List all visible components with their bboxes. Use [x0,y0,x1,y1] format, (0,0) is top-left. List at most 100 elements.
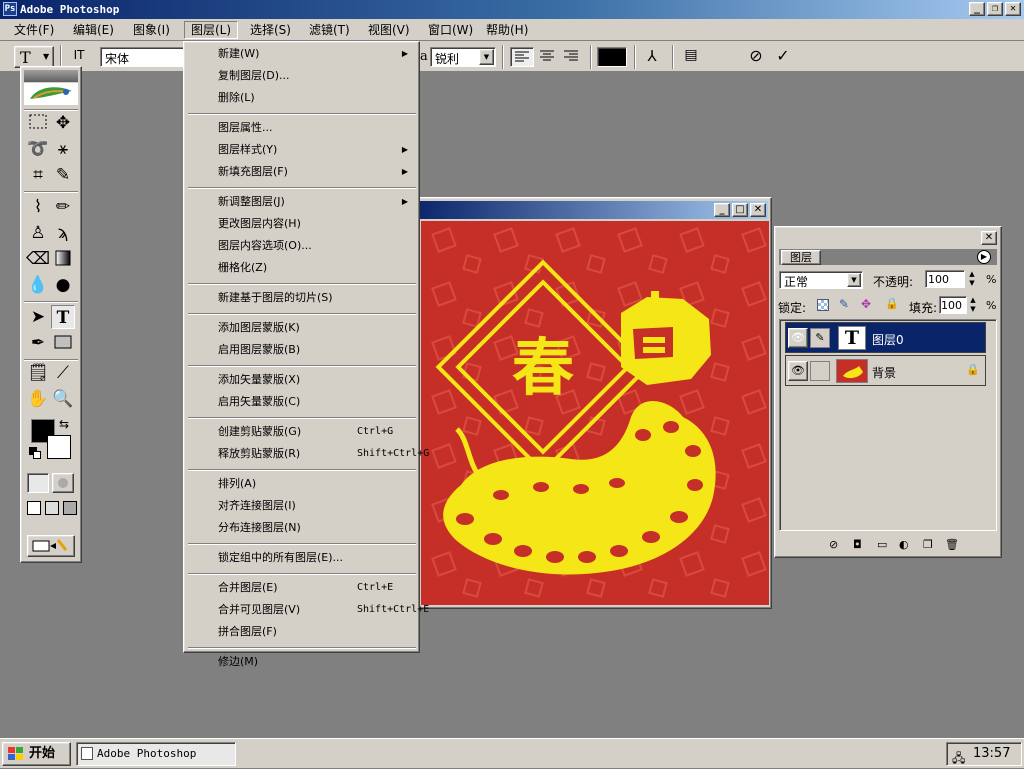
layer-menu-item[interactable]: 合并可见图层(V) Shift+Ctrl+E [187,600,429,620]
tab-layers[interactable]: 图层 [781,250,821,265]
jump-to-imageready-button[interactable] [27,535,75,557]
menu-window[interactable]: 窗口(W) [422,21,479,39]
new-layer-icon[interactable]: ❐ [923,538,933,551]
layer-menu-item[interactable]: 更改图层内容(H) [187,214,416,234]
marquee-icon[interactable] [26,111,50,135]
layer-mask-icon[interactable]: ◘ [853,538,862,551]
lock-position-icon[interactable]: ✥ [861,297,871,311]
doc-maximize-button[interactable]: □ [732,203,748,217]
chevron-down-icon[interactable]: ▼ [479,49,494,65]
layer-menu-item[interactable]: 复制图层(D)... [187,66,416,86]
layer-menu-item[interactable]: 新建(W) ▶ [187,44,416,64]
blur-icon[interactable]: 💧 [26,273,50,297]
layer-style-icon[interactable]: ⊘ [829,538,838,551]
tool-preset-picker[interactable]: T ▼ [14,46,54,68]
doc-close-button[interactable]: ✕ [750,203,766,217]
fill-stepper[interactable]: ▲ ▼ [967,296,979,314]
layer-menu-item[interactable]: 添加图层蒙版(K) [187,318,416,338]
screen-mode-standard-icon[interactable] [27,501,41,515]
layer-menu-item[interactable]: 删除(L) [187,88,416,108]
menu-filter[interactable]: 滤镜(T) [303,21,356,39]
pen-icon[interactable]: ✒ [26,331,50,355]
screen-mode-full-icon[interactable] [63,501,77,515]
blend-mode-select[interactable]: 正常 ▼ [779,271,863,289]
document-titlebar[interactable]: _ □ ✕ [414,201,768,219]
layer-menu-item[interactable]: 启用图层蒙版(B) [187,340,416,360]
layer-menu-item[interactable]: 添加矢量蒙版(X) [187,370,416,390]
adjustment-layer-icon[interactable]: ◐ [899,538,909,551]
default-colors-icon[interactable] [29,447,41,459]
visibility-eye-icon[interactable]: 👁 [788,361,808,381]
healing-brush-icon[interactable]: ⌇ [26,195,50,219]
move-icon[interactable]: ✥ [51,111,75,135]
eraser-icon[interactable]: ⌫ [26,247,50,271]
menu-help[interactable]: 帮助(H) [480,21,534,39]
zoom-icon[interactable]: 🔍 [51,387,75,411]
menu-image[interactable]: 图象(I) [127,21,176,39]
layer-link-slot[interactable] [810,361,830,381]
opacity-stepper[interactable]: ▲ ▼ [965,270,979,288]
layer-menu-item[interactable]: 创建剪贴蒙版(G) Ctrl+G [187,422,416,442]
commit-icon[interactable]: ✓ [772,46,794,68]
brush-link-icon[interactable]: ✎ [810,328,830,348]
menu-layer[interactable]: 图层(L) [184,21,239,39]
palette-close-button[interactable]: ✕ [981,231,997,245]
opacity-input[interactable]: 100 [925,270,965,288]
cancel-icon[interactable]: ⊘ [745,46,767,68]
lock-all-icon[interactable]: 🔒 [885,297,899,310]
standard-mode-icon[interactable] [27,473,49,493]
layer-menu-item[interactable]: 分布连接图层(N) [187,518,416,538]
layer-name[interactable]: 图层0 [872,331,904,348]
layer-menu-item[interactable]: 锁定组中的所有图层(E)... [187,548,416,568]
screen-mode-full-menu-icon[interactable] [45,501,59,515]
layer-row[interactable]: 👁 ✎ T 图层0 [785,322,986,353]
document-canvas[interactable]: 春 [421,221,769,605]
clone-stamp-icon[interactable]: ♙ [26,221,50,245]
layer-menu-item[interactable]: 修边(M) [187,652,416,672]
start-button[interactable]: 开始 [2,742,71,766]
layer-menu-item[interactable]: 新建基于图层的切片(S) [187,288,416,308]
gradient-icon[interactable] [51,247,75,271]
layer-row[interactable]: 👁 背景 🔒 [785,355,986,386]
align-center-button[interactable] [536,47,560,67]
brush-icon[interactable]: ✎ [51,163,75,187]
swap-colors-icon[interactable]: ⇆ [59,417,69,431]
layer-menu-item[interactable]: 新填充图层(F) ▶ [187,162,416,182]
type-tool-icon[interactable]: T [51,305,75,329]
toolbox-grip[interactable] [24,70,78,82]
restore-button[interactable]: ❐ [987,2,1003,16]
trash-icon[interactable]: 🗑 [945,538,959,551]
menu-file[interactable]: 文件(F) [8,21,60,39]
layer-menu-item[interactable]: 图层样式(Y) ▶ [187,140,416,160]
text-orientation-icon[interactable]: IT [68,48,90,66]
layer-menu-item[interactable]: 拼合图层(F) [187,622,416,642]
quickmask-mode-icon[interactable] [52,473,74,493]
rectangle-shape-icon[interactable] [51,331,75,355]
dodge-icon[interactable]: ● [51,273,75,297]
align-left-button[interactable] [510,47,534,67]
layer-menu-item[interactable]: 对齐连接图层(I) [187,496,416,516]
layer-menu-item[interactable]: 栅格化(Z) [187,258,416,278]
path-selection-icon[interactable]: ➤ [26,305,50,329]
new-set-icon[interactable]: ▭ [877,538,887,551]
doc-minimize-button[interactable]: _ [714,203,730,217]
palette-menu-icon[interactable]: ▶ [977,250,991,264]
layer-menu-item[interactable]: 图层属性... [187,118,416,138]
eyedropper-icon[interactable]: ⟋ [51,361,75,385]
close-button[interactable]: ✕ [1005,2,1021,16]
feather-logo-icon[interactable] [24,83,78,105]
align-right-button[interactable] [560,47,584,67]
visibility-eye-icon[interactable]: 👁 [788,328,808,348]
menu-view[interactable]: 视图(V) [362,21,416,39]
layer-menu-item[interactable]: 合并图层(E) Ctrl+E [187,578,416,598]
layer-name[interactable]: 背景 [872,364,896,381]
crop-icon[interactable]: ⌗ [26,163,50,187]
notes-icon[interactable]: 🗒 [26,361,50,385]
layer-menu-item[interactable]: 图层内容选项(O)... [187,236,416,256]
taskbar-item-photoshop[interactable]: Adobe Photoshop [76,742,236,766]
layer-menu-item[interactable]: 启用矢量蒙版(C) [187,392,416,412]
antialias-select[interactable]: 锐利 ▼ [430,47,496,67]
history-brush-icon[interactable]: ϡ [51,221,75,245]
background-color-swatch[interactable] [47,435,71,459]
lock-pixels-icon[interactable]: ✎ [839,297,849,311]
